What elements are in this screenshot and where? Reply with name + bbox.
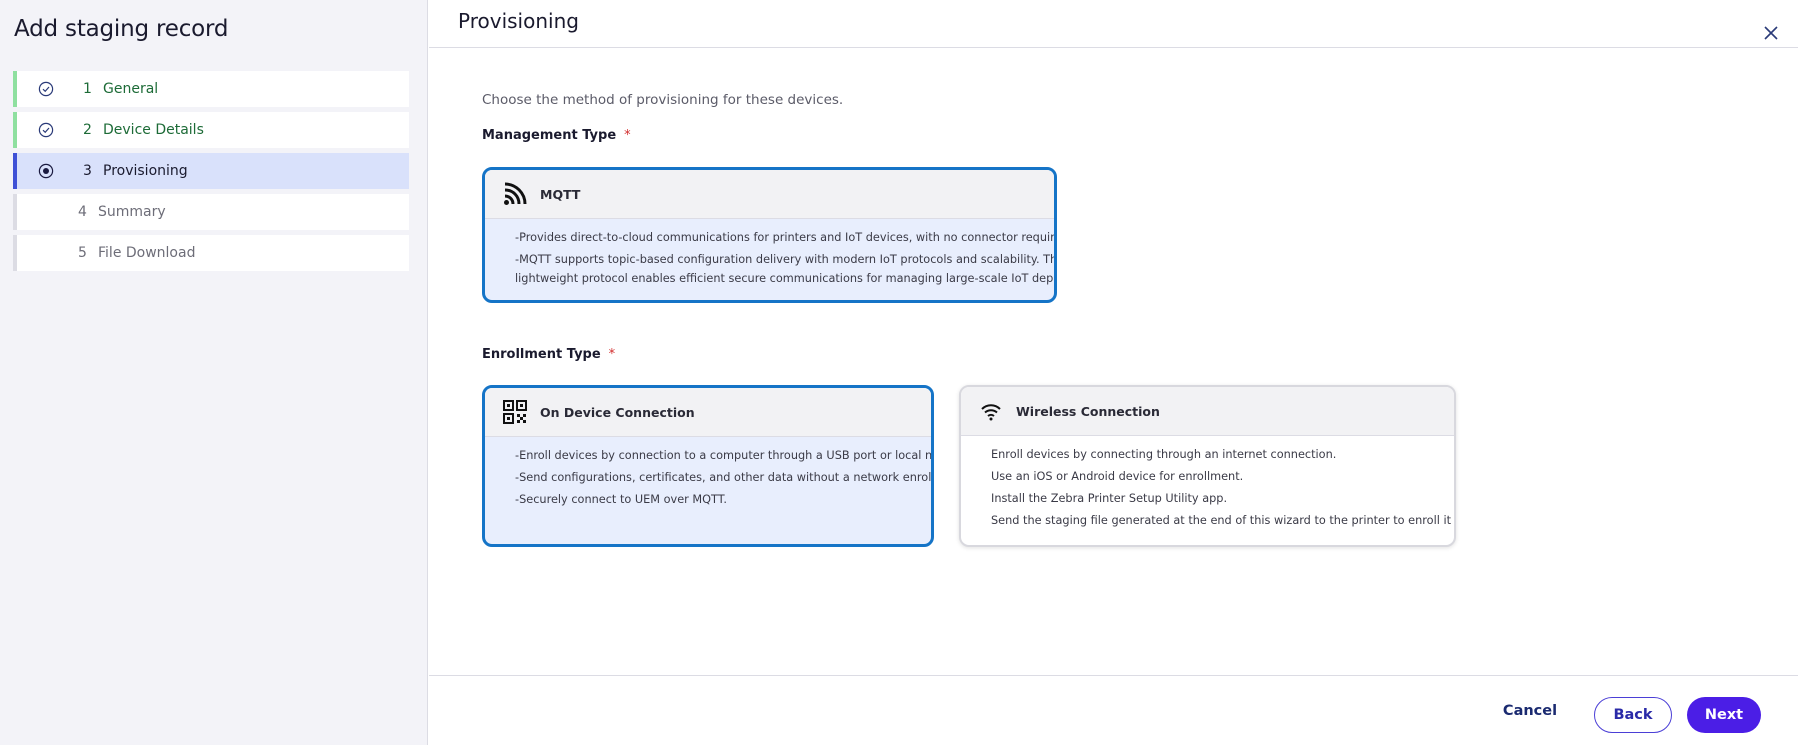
step-number: 5 bbox=[78, 245, 87, 261]
check-circle-icon bbox=[38, 81, 54, 97]
card-title: On Device Connection bbox=[540, 404, 695, 420]
check-circle-icon bbox=[38, 122, 54, 138]
enrollment-type-label: Enrollment Type * bbox=[482, 347, 615, 362]
card-description-line: Enroll devices by connecting through an … bbox=[991, 448, 1337, 461]
step-number: 2 bbox=[83, 122, 92, 138]
step-general[interactable]: 1 General bbox=[13, 71, 409, 107]
wizard-sidebar: Add staging record 1 General 2 Device De… bbox=[0, 0, 428, 745]
card-description-line: -MQTT supports topic-based configuration… bbox=[515, 253, 1057, 266]
card-body: Enroll devices by connecting through an … bbox=[961, 436, 1454, 532]
card-description-line: -Securely connect to UEM over MQTT. bbox=[515, 493, 727, 506]
card-header: On Device Connection bbox=[485, 388, 931, 437]
rss-feed-icon bbox=[504, 182, 527, 205]
card-description-line: Use an iOS or Android device for enrollm… bbox=[991, 470, 1244, 483]
on-device-connection-card[interactable]: On Device Connection -Enroll devices by … bbox=[482, 385, 934, 547]
required-mark: * bbox=[624, 128, 631, 143]
card-description-line: Send the staging file generated at the e… bbox=[991, 514, 1454, 527]
qr-code-icon bbox=[503, 400, 527, 424]
card-header: Wireless Connection bbox=[961, 387, 1454, 436]
card-title: MQTT bbox=[540, 186, 581, 202]
card-body: -Provides direct-to-cloud communications… bbox=[485, 219, 1054, 287]
panel-header: Provisioning bbox=[429, 0, 1798, 48]
radio-selected-icon bbox=[38, 163, 54, 179]
step-file-download[interactable]: 5 File Download bbox=[13, 235, 409, 271]
wizard-footer: Cancel Back Next bbox=[429, 675, 1798, 745]
card-header: MQTT bbox=[485, 170, 1054, 219]
close-icon[interactable] bbox=[1762, 24, 1780, 42]
mqtt-card[interactable]: MQTT -Provides direct-to-cloud communica… bbox=[482, 167, 1057, 303]
step-number: 4 bbox=[78, 204, 87, 220]
intro-text: Choose the method of provisioning for th… bbox=[482, 92, 844, 108]
sidebar-title: Add staging record bbox=[14, 16, 229, 42]
management-type-label-text: Management Type bbox=[482, 128, 617, 143]
card-title: Wireless Connection bbox=[1016, 403, 1160, 419]
step-number: 3 bbox=[83, 163, 92, 179]
wireless-connection-card[interactable]: Wireless Connection Enroll devices by co… bbox=[959, 385, 1456, 547]
step-device-details[interactable]: 2 Device Details bbox=[13, 112, 409, 148]
step-label: Summary bbox=[98, 204, 166, 220]
enrollment-type-label-text: Enrollment Type bbox=[482, 347, 601, 362]
card-description-line: lightweight protocol enables efficient s… bbox=[515, 272, 1057, 285]
card-body: -Enroll devices by connection to a compu… bbox=[485, 437, 931, 511]
management-type-label: Management Type * bbox=[482, 128, 631, 143]
wizard-steps: 1 General 2 Device Details 3 Provisionin… bbox=[13, 71, 409, 276]
provisioning-panel: Provisioning Choose the method of provis… bbox=[429, 0, 1798, 745]
page-title: Provisioning bbox=[458, 9, 579, 33]
step-summary[interactable]: 4 Summary bbox=[13, 194, 409, 230]
step-label: Device Details bbox=[103, 122, 204, 138]
next-button[interactable]: Next bbox=[1687, 697, 1761, 733]
step-label: General bbox=[103, 81, 159, 97]
required-mark: * bbox=[608, 347, 616, 362]
step-provisioning[interactable]: 3 Provisioning bbox=[13, 153, 409, 189]
back-button[interactable]: Back bbox=[1594, 697, 1672, 733]
card-description-line: -Send configurations, certificates, and … bbox=[515, 471, 934, 484]
step-label: File Download bbox=[98, 245, 196, 261]
card-description-line: -Enroll devices by connection to a compu… bbox=[515, 449, 934, 462]
wifi-icon bbox=[981, 404, 1001, 421]
card-description-line: -Provides direct-to-cloud communications… bbox=[515, 231, 1057, 244]
cancel-button[interactable]: Cancel bbox=[1493, 693, 1567, 729]
card-description-line: Install the Zebra Printer Setup Utility … bbox=[991, 492, 1228, 505]
step-label: Provisioning bbox=[103, 163, 188, 179]
step-number: 1 bbox=[83, 81, 92, 97]
